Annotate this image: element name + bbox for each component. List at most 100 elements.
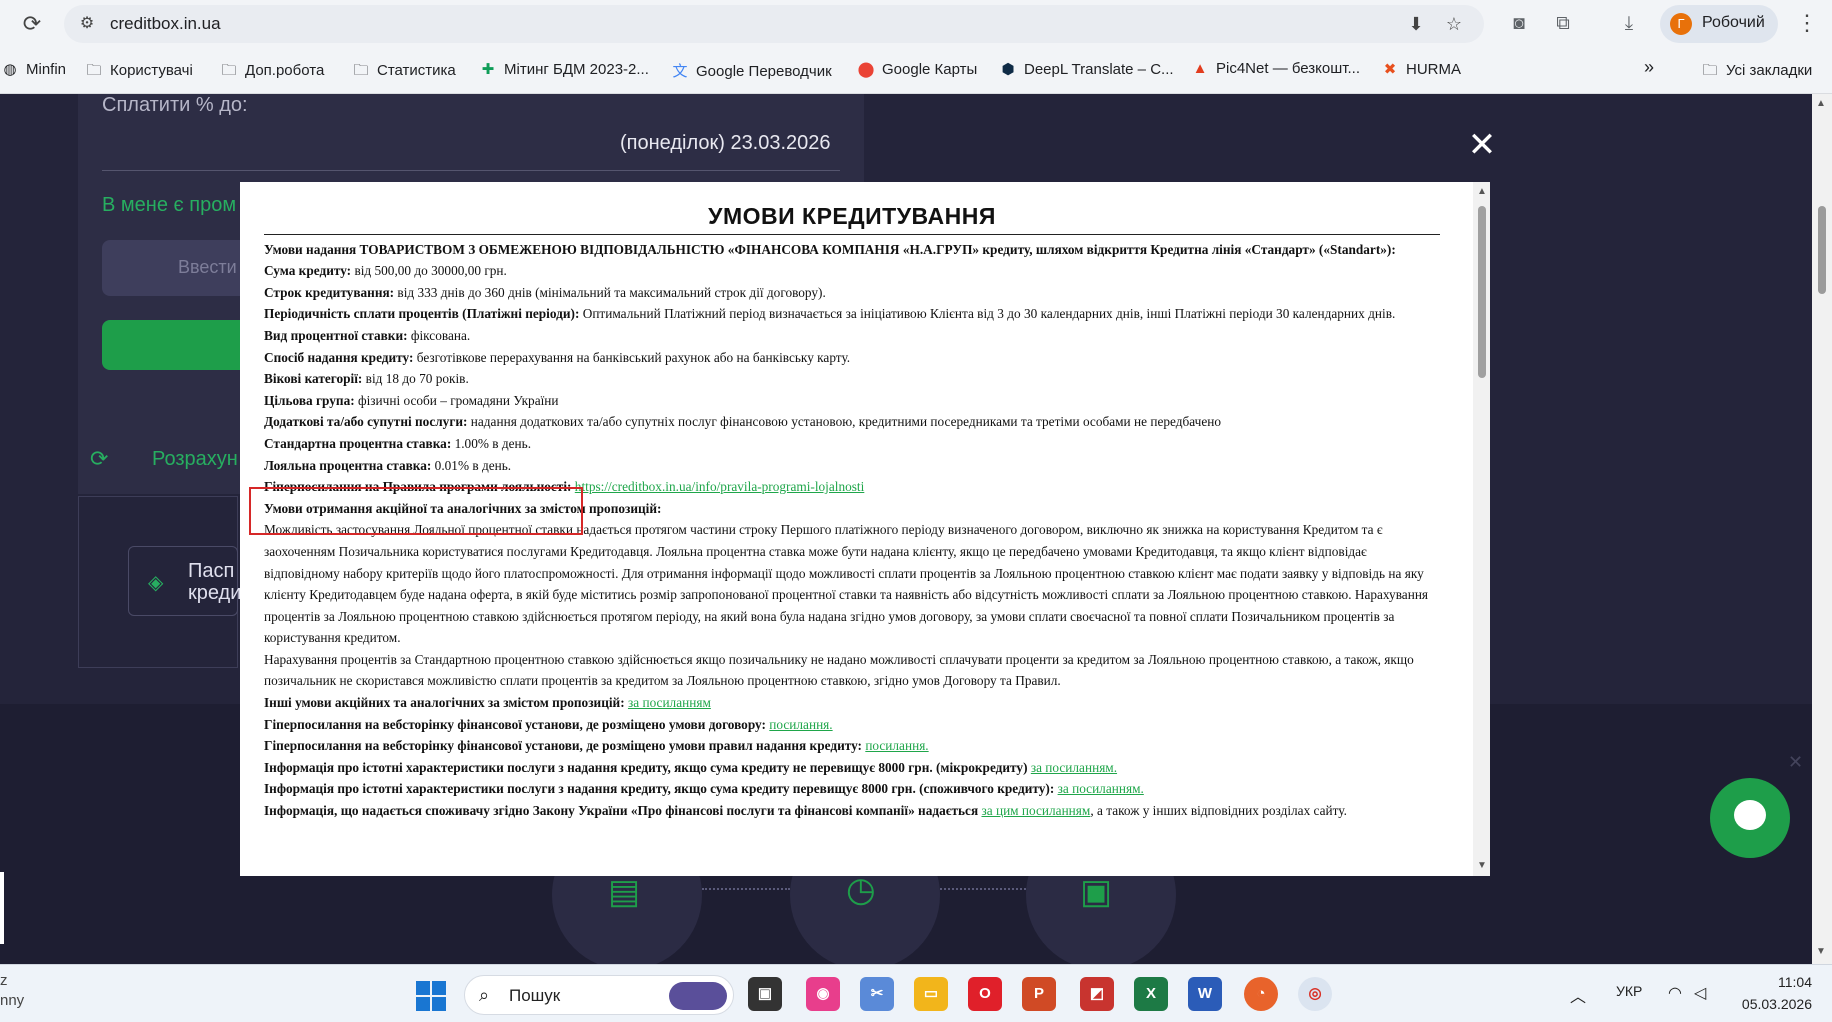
file-explorer-icon[interactable]: ▭	[914, 977, 948, 1011]
link-row: Гіперпосилання на вебсторінку фінансової…	[264, 716, 833, 732]
loyalty-rules-link[interactable]: https://creditbox.in.ua/info/pravila-pro…	[575, 479, 865, 494]
address-bar[interactable]: ⚙ creditbox.in.ua ⬇ ☆	[64, 5, 1484, 43]
clock[interactable]: 11:04 05.03.2026	[1732, 971, 1812, 1015]
scroll-down-icon[interactable]: ▼	[1477, 860, 1487, 871]
promo-paragraph: Нарахування процентів за Стандартною про…	[264, 651, 1414, 689]
downloads-icon[interactable]: ⤓	[1616, 12, 1642, 36]
bookmark-statistics[interactable]: 🗀 Статистика	[351, 60, 455, 82]
profile-name: Робочий	[1702, 14, 1765, 31]
bookmark-extra-work[interactable]: 🗀 Доп.робота	[219, 60, 324, 82]
passport-text: Пасп креди	[188, 560, 242, 604]
search-highlight-image	[669, 982, 727, 1010]
opera-icon[interactable]: O	[968, 977, 1002, 1011]
scroll-up-icon[interactable]: ▲	[1477, 186, 1487, 197]
pay-until-label: Сплатити % до:	[102, 94, 248, 116]
refresh-icon: ⟳	[90, 446, 109, 471]
install-app-icon[interactable]: ⬇	[1404, 13, 1428, 35]
page-scrollbar[interactable]: ▲ ▼	[1812, 94, 1832, 964]
all-bookmarks[interactable]: 🗀 Усі закладки	[1700, 60, 1812, 82]
keyboard-language[interactable]: УКР	[1616, 983, 1642, 999]
link-row: Гіперпосилання на вебсторінку фінансової…	[264, 738, 929, 754]
camera-icon[interactable]: ◙	[1506, 12, 1532, 36]
powerpoint-icon[interactable]: P	[1022, 977, 1056, 1011]
more-bookmarks-icon[interactable]: »	[1644, 57, 1654, 79]
start-button[interactable]	[416, 981, 446, 1011]
contract-terms-link[interactable]: посилання.	[769, 717, 832, 732]
term-row: Вікові категорії: від 18 до 70 років.	[264, 371, 469, 387]
clock-icon: ◷	[846, 871, 876, 909]
profile-button[interactable]: Г Робочий	[1660, 5, 1778, 43]
modal-scrollbar[interactable]: ▲ ▼	[1473, 182, 1490, 876]
scrollbar-thumb[interactable]	[1818, 206, 1826, 294]
loyal-rate-row: Лояльна процентна ставка: 0.01% в день.	[264, 457, 512, 473]
other-promo-link[interactable]: за посиланням	[628, 695, 711, 710]
folder-icon: 🗀	[353, 62, 369, 79]
promo-code-toggle[interactable]: В мене є пром	[102, 194, 236, 217]
bookmark-star-icon[interactable]: ☆	[1442, 13, 1466, 35]
bookmark-deepl[interactable]: ⬢ DeepL Translate – С...	[998, 60, 1173, 82]
word-icon[interactable]: W	[1188, 977, 1222, 1011]
term-row: Строк кредитування: від 333 днів до 360 …	[264, 284, 826, 300]
taskbar-widget-text: z nny	[0, 972, 25, 1009]
pdf-app-icon[interactable]: ◩	[1080, 977, 1114, 1011]
promo-code-placeholder: Ввести	[178, 257, 237, 277]
term-row: Цільова група: фізичні особи – громадяни…	[264, 392, 559, 408]
consumer-credit-info-link[interactable]: за посиланням.	[1058, 781, 1144, 796]
bookmark-users[interactable]: 🗀 Користувачі	[84, 60, 192, 82]
wifi-icon[interactable]: ◠	[1668, 983, 1682, 1003]
bookmark-hurma[interactable]: ✖ HURMA	[1380, 60, 1461, 82]
highlight-annotation	[249, 487, 583, 535]
link-row: Інші умови акційних та аналогічних за зм…	[264, 695, 711, 711]
chat-bubble-icon	[1734, 800, 1766, 830]
term-row: Додаткові та/або супутні послуги: наданн…	[264, 414, 1221, 430]
bookmarks-bar: ◍ Minfin 🗀 Користувачі 🗀 Доп.робота 🗀 Статис…	[0, 48, 1832, 94]
menu-icon[interactable]: ⋮	[1796, 10, 1818, 36]
bookmark-minfin[interactable]: ◍ Minfin	[0, 60, 66, 82]
calculation-link[interactable]: Розрахун	[152, 448, 238, 471]
firefox-icon[interactable]: ◔	[1244, 977, 1278, 1011]
folder-icon: 🗀	[86, 62, 102, 79]
close-icon[interactable]: ✕	[1466, 128, 1498, 162]
photos-app-icon[interactable]: ◉	[806, 977, 840, 1011]
link-row: Інформація про істотні характеристики по…	[264, 759, 1118, 775]
bookmark-meeting[interactable]: ✚ Мітинг БДМ 2023-2...	[478, 60, 649, 82]
flame-icon: ▲	[1192, 60, 1208, 77]
bookmark-google-maps[interactable]: ⬤ Google Карты	[856, 60, 978, 82]
excel-icon[interactable]: X	[1134, 977, 1168, 1011]
windows-taskbar: z nny ⌕ Пошук ▣ ◉ ✂ ▭ O P ◩ X W ◔ ◎ ︿ УКР…	[0, 964, 1832, 1022]
snipping-tool-icon[interactable]: ✂	[860, 977, 894, 1011]
divider	[102, 170, 840, 171]
modal-title: УМОВИ КРЕДИТУВАННЯ	[264, 205, 1440, 235]
deepl-icon: ⬢	[1001, 61, 1015, 78]
term-row: Спосіб надання кредиту: безготівкове пер…	[264, 349, 851, 365]
extensions-icon[interactable]: ⧉	[1550, 12, 1576, 36]
money-icon: ▣	[1080, 873, 1113, 911]
chat-close-icon[interactable]: ✕	[1788, 752, 1803, 773]
volume-icon[interactable]: ◁	[1694, 983, 1706, 1003]
search-placeholder: Пошук	[509, 986, 561, 1005]
url-text[interactable]: creditbox.in.ua	[110, 14, 221, 34]
link-row: Інформація про істотні характеристики по…	[264, 781, 1144, 797]
step-connector	[940, 888, 1026, 890]
chrome-icon[interactable]: ◎	[1298, 977, 1332, 1011]
scrollbar-thumb[interactable]	[1478, 206, 1486, 378]
plus-icon: ✚	[481, 61, 495, 78]
step-connector	[702, 888, 790, 890]
term-row: Періодичність сплати процентів (Платіжні…	[264, 306, 1396, 322]
site-info-icon[interactable]: ⚙	[76, 13, 98, 35]
taskbar-search[interactable]: ⌕ Пошук	[464, 975, 734, 1015]
financial-info-link[interactable]: за цим посиланням	[981, 803, 1090, 818]
search-icon: ⌕	[479, 985, 490, 1005]
task-view-icon[interactable]: ▣	[748, 977, 782, 1011]
reload-icon[interactable]: ⟳	[18, 10, 46, 38]
scroll-up-icon[interactable]: ▲	[1816, 98, 1826, 109]
bookmark-pic4net[interactable]: ▲ Pic4Net — безкошт...	[1190, 60, 1360, 82]
microcredit-info-link[interactable]: за посиланням.	[1031, 760, 1117, 775]
pay-until-date: (понеділок) 23.03.2026	[620, 132, 831, 154]
globe-icon: ◍	[3, 61, 17, 78]
scroll-down-icon[interactable]: ▼	[1816, 946, 1826, 957]
intro: Умови надання ТОВАРИСТВОМ З ОБМЕЖЕНОЮ ВІ…	[264, 241, 1396, 257]
tray-chevron-icon[interactable]: ︿	[1570, 983, 1586, 1007]
credit-rules-link[interactable]: посилання.	[865, 738, 928, 753]
bookmark-google-translate[interactable]: 文 Google Переводчик	[670, 60, 831, 82]
